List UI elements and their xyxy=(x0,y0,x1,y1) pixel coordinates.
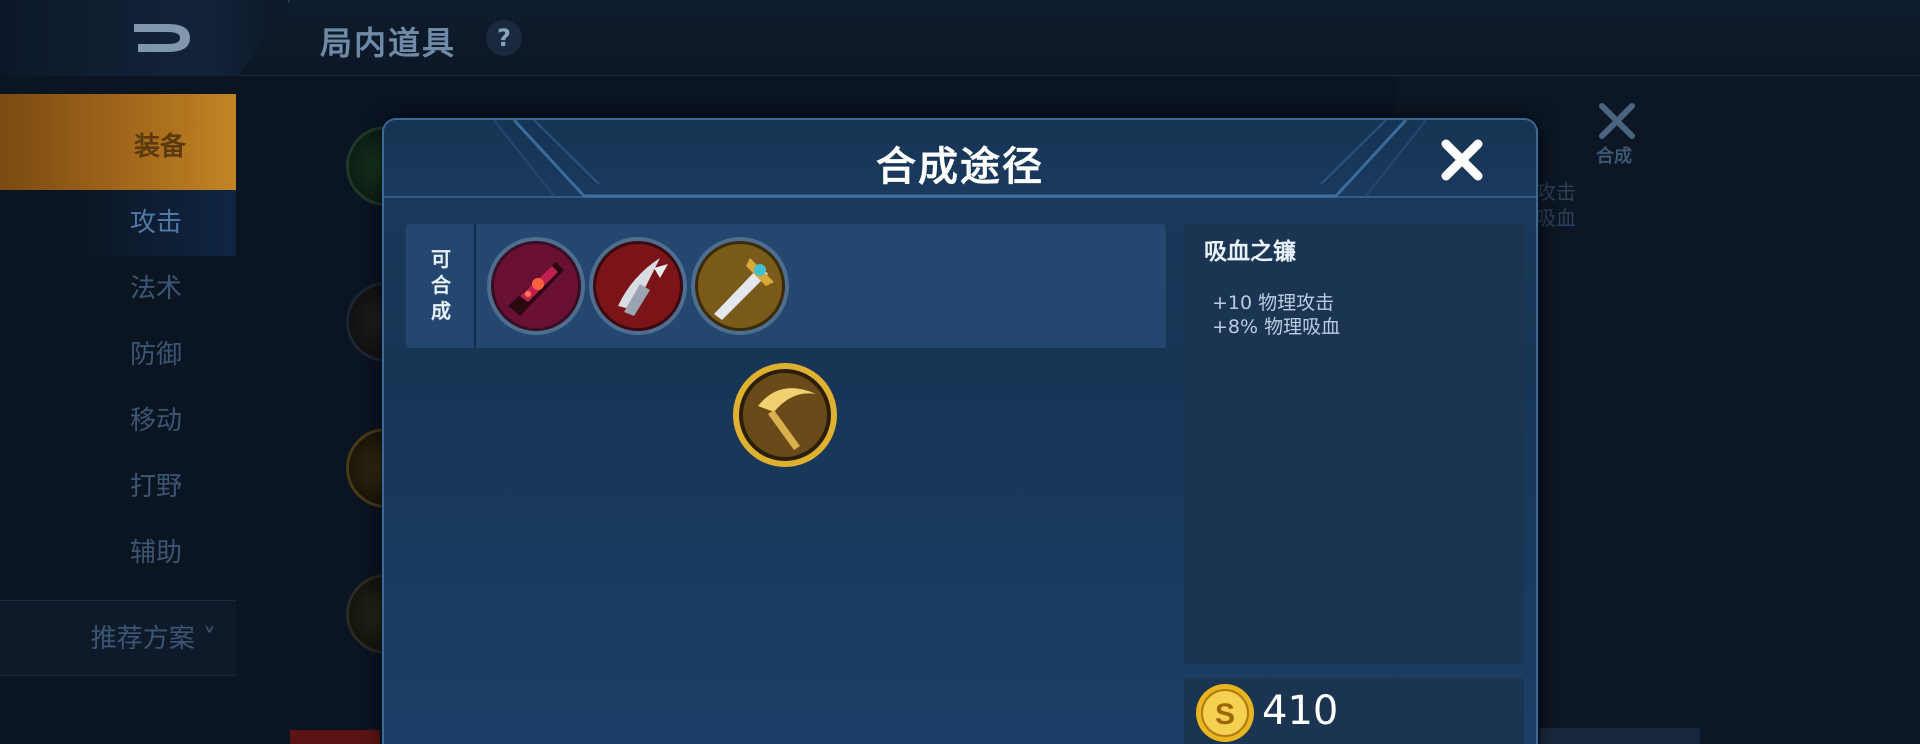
category-attack[interactable]: 攻击 xyxy=(0,190,236,256)
item-name: 吸血之镰 xyxy=(1204,239,1296,265)
close-icon[interactable] xyxy=(1436,134,1488,186)
item-info-panel: 吸血之镰 +10 物理攻击 +8% 物理吸血 xyxy=(1184,224,1524,664)
red-blade-item-icon[interactable] xyxy=(486,236,586,336)
golden-sword-item-icon[interactable] xyxy=(690,236,790,336)
synthesizable-items-row: 可 合 成 xyxy=(406,224,1166,348)
bottom-decor xyxy=(1540,728,1700,744)
silver-claw-item-icon[interactable] xyxy=(588,236,688,336)
modal-title: 合成途径 xyxy=(876,144,1044,190)
bottom-decor xyxy=(290,730,380,744)
bg-stat-text: 吸血 xyxy=(1536,206,1576,230)
item-stat: +8% 物理吸血 xyxy=(1212,316,1341,338)
synthesizable-label: 可 合 成 xyxy=(406,224,476,348)
scythe-item-icon[interactable] xyxy=(730,360,840,470)
category-magic[interactable]: 法术 xyxy=(0,256,236,322)
category-defense[interactable]: 防御 xyxy=(0,322,236,388)
category-movement[interactable]: 移动 xyxy=(0,388,236,454)
recommend-dropdown[interactable]: 推荐方案 ˅ xyxy=(0,600,236,676)
category-sidebar: 装备 攻击 法术 防御 移动 打野 辅助 推荐方案 ˅ xyxy=(0,90,236,744)
page-title: 局内道具 xyxy=(320,24,457,62)
synthesizable-label-char: 可 xyxy=(431,247,451,271)
gold-coin-icon: S xyxy=(1196,684,1254,742)
merge-label: 合成 xyxy=(1596,146,1632,167)
back-arrow-icon xyxy=(134,24,190,52)
tab-equipment-label: 装备 xyxy=(133,132,186,162)
category-jungle[interactable]: 打野 xyxy=(0,454,236,520)
recommend-label: 推荐方案 xyxy=(90,624,195,654)
chevron-down-icon: ˅ xyxy=(194,624,216,654)
merge-icon xyxy=(1599,103,1635,139)
top-bar: 局内道具 ? xyxy=(0,0,1920,76)
bg-stat-text: 攻击 xyxy=(1536,180,1576,204)
tab-equipment[interactable]: 装备 xyxy=(0,94,236,190)
modal-header: 合成途径 xyxy=(384,120,1536,198)
item-price: 410 xyxy=(1262,688,1339,734)
svg-text:S: S xyxy=(1215,698,1235,731)
synthesis-path-modal: 合成途径 可 合 成 吸血之镰 +10 物理攻击 +8% 物理吸血 S 410 xyxy=(382,118,1538,744)
synthesizable-label-char: 成 xyxy=(431,299,451,323)
help-button[interactable]: ? xyxy=(486,20,522,56)
category-support[interactable]: 辅助 xyxy=(0,520,236,586)
item-stat: +10 物理攻击 xyxy=(1212,292,1335,314)
back-button[interactable] xyxy=(0,0,290,76)
price-panel[interactable]: S 410 xyxy=(1184,678,1524,744)
synthesizable-label-char: 合 xyxy=(431,273,451,297)
